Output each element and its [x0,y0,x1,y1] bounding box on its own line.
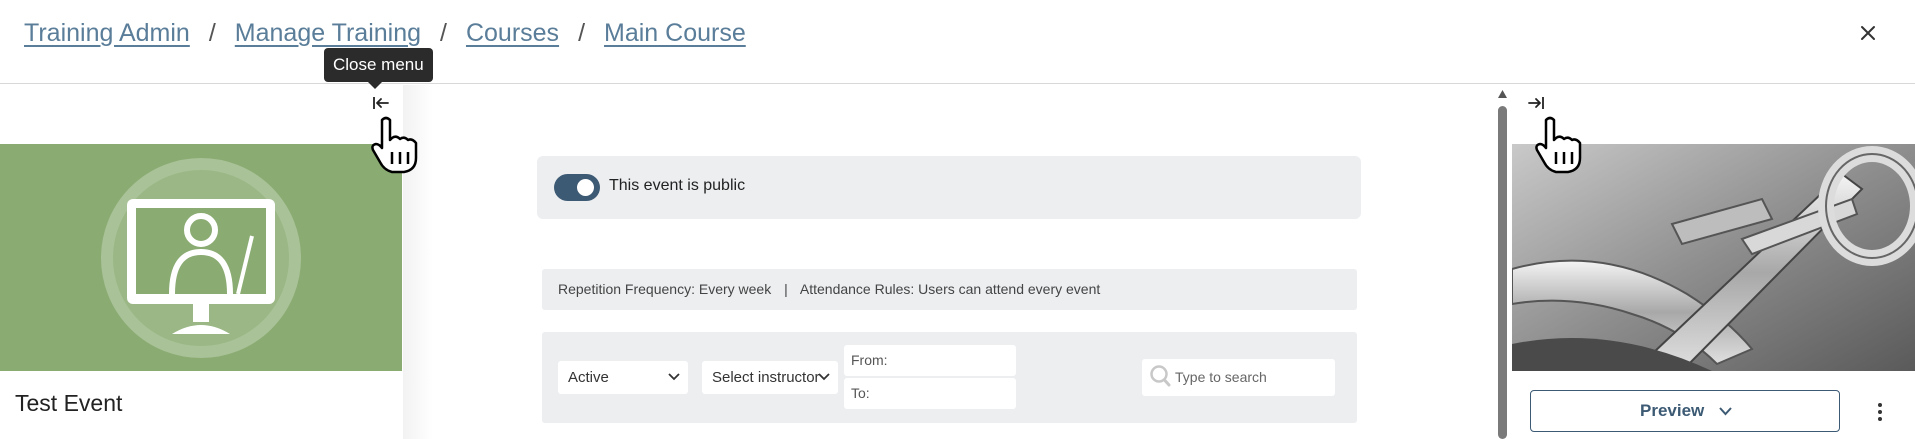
from-date-label: From: [851,352,888,368]
collapse-left-icon[interactable] [372,95,390,111]
scrollbar-thumb[interactable] [1498,106,1507,439]
repetition-frequency: Repetition Frequency: Every week [558,281,772,297]
event-rules-bar: Repetition Frequency: Every week | Atten… [542,269,1357,310]
chevron-down-icon [668,373,680,381]
breadcrumb-training-admin[interactable]: Training Admin [24,19,190,48]
close-icon[interactable] [1857,22,1879,44]
page-header: Training Admin / Manage Training / Cours… [0,0,1915,84]
breadcrumb-courses[interactable]: Courses [466,19,559,48]
collapse-right-icon[interactable] [1527,95,1545,111]
close-menu-tooltip: Close menu [324,48,433,89]
event-image [0,144,402,371]
scrollbar[interactable] [1497,88,1508,439]
metal-tools-photo [1512,144,1915,371]
more-vertical-icon[interactable] [1875,401,1885,423]
preview-button[interactable]: Preview [1530,390,1840,432]
right-sidebar: Preview [1511,85,1915,439]
status-select-value: Active [568,369,609,386]
breadcrumb-separator: / [578,19,586,47]
search-icon [1150,365,1171,387]
instructor-select-value: Select instructor [712,369,820,386]
to-date-label: To: [851,385,870,401]
breadcrumb-manage-training[interactable]: Manage Training [235,19,421,48]
status-select[interactable]: Active [558,361,688,394]
main-content: This event is public Repetition Frequenc… [403,85,1494,439]
rules-divider: | [784,281,788,297]
preview-button-label: Preview [1640,401,1705,420]
chevron-down-icon [818,373,830,381]
left-sidebar: Test Event [0,85,402,439]
instructor-select[interactable]: Select instructor [702,361,838,394]
breadcrumb-separator: / [208,19,216,47]
public-toggle-row: This event is public [537,156,1361,219]
breadcrumb-main-course[interactable]: Main Course [604,19,746,48]
breadcrumb-separator: / [440,19,447,47]
chevron-down-icon [1719,407,1732,416]
event-title: Test Event [15,390,123,416]
search-input[interactable]: Type to search [1142,359,1335,396]
search-placeholder: Type to search [1175,369,1267,385]
breadcrumb: Training Admin / Manage Training / Cours… [24,19,746,48]
public-toggle-label: This event is public [609,177,746,194]
virtual-classroom-icon [101,158,301,358]
public-toggle[interactable] [554,174,600,201]
scroll-up-arrow-icon[interactable] [1497,88,1508,100]
from-date-field[interactable]: From: [844,345,1016,376]
attendance-rules: Attendance Rules: Users can attend every… [799,281,1101,297]
to-date-field[interactable]: To: [844,378,1016,409]
filter-bar: Active Select instructor From: To: Type … [542,332,1357,423]
toggle-knob [577,179,594,196]
course-image [1512,144,1915,371]
